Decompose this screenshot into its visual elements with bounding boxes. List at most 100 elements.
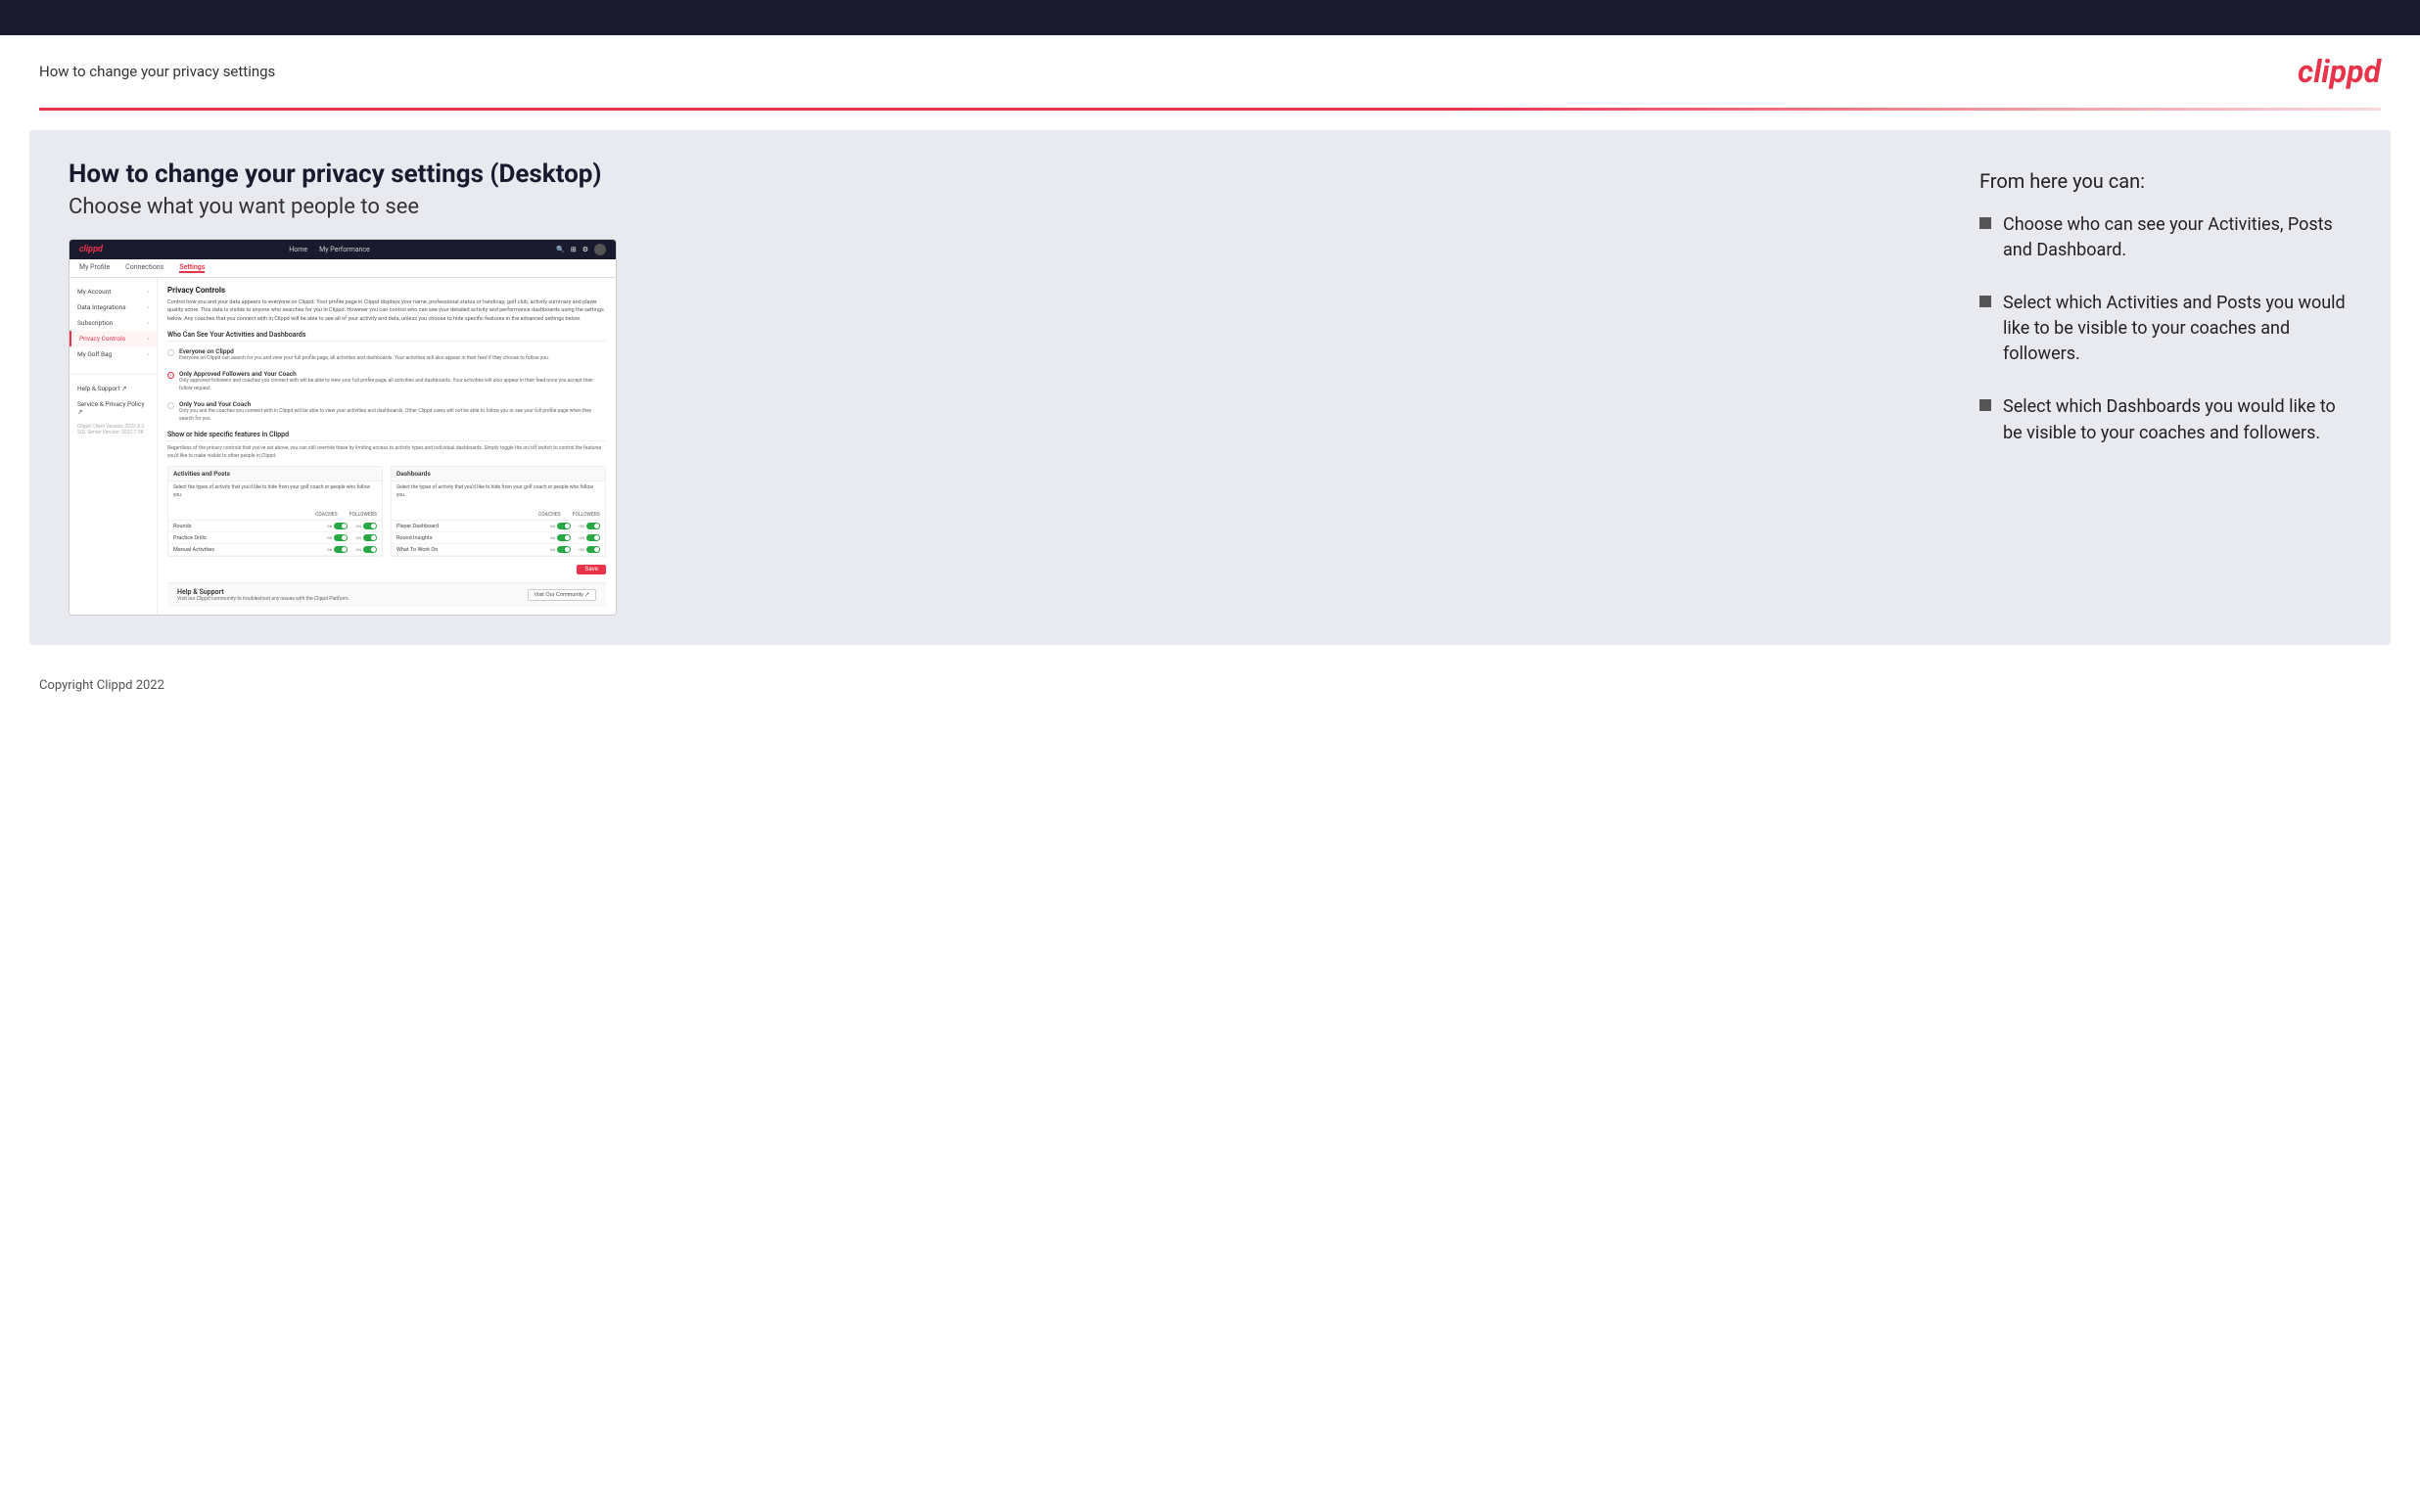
right-column: From here you can: Choose who can see yo… — [1979, 160, 2351, 616]
mock-wwo-coaches-on-label: ON — [550, 547, 556, 552]
mock-row-what-to-work-on: What To Work On ON ON — [392, 544, 605, 556]
mock-sidebar-account: My Account› — [70, 284, 157, 299]
mock-save-button[interactable]: Save — [577, 565, 606, 574]
mock-practice-followers-toggle[interactable] — [363, 534, 377, 541]
mock-nav-links: Home My Performance — [289, 246, 370, 253]
mock-radio-approved-content: Only Approved Followers and Your Coach O… — [179, 370, 606, 392]
mock-pd-followers-toggle[interactable] — [586, 523, 600, 529]
mock-rounds-followers-toggle-group: ON — [355, 523, 377, 529]
page-heading: How to change your privacy settings (Des… — [69, 160, 1940, 189]
mock-manual-coaches-toggle-group: ON — [327, 546, 349, 553]
mock-show-hide-desc: Regardless of the privacy controls that … — [167, 445, 606, 460]
mock-wwo-coaches-toggle-group: ON — [550, 546, 572, 553]
mock-rounds-coaches-toggle[interactable] — [334, 523, 348, 529]
mock-practice-followers-on-label: ON — [355, 535, 361, 540]
mock-settings-icon: ⚙ — [582, 246, 588, 253]
mock-main-panel: Privacy Controls Control how you and you… — [158, 278, 616, 615]
mock-subnav: My Profile Connections Settings — [70, 259, 616, 278]
mock-privacy-title: Privacy Controls — [167, 286, 606, 295]
mock-radio-approved-desc: Only approved followers and coaches you … — [179, 378, 606, 392]
mock-ri-coaches-toggle[interactable] — [557, 534, 571, 541]
mock-subnav-profile: My Profile — [79, 263, 110, 273]
mock-radio-only-you: Only You and Your Coach Only you and the… — [167, 400, 606, 423]
mock-ri-followers-toggle-group: ON — [579, 534, 600, 541]
mock-manual-followers-toggle[interactable] — [363, 546, 377, 553]
top-bar — [0, 0, 2420, 35]
mock-sidebar-data-integrations: Data Integrations› — [70, 299, 157, 315]
mock-manual-toggles: ON ON — [327, 546, 377, 553]
mock-ri-followers-toggle[interactable] — [586, 534, 600, 541]
mock-what-to-work-on-label: What To Work On — [396, 547, 438, 553]
mock-manual-coaches-on-label: ON — [327, 547, 333, 552]
mock-player-dashboard-label: Player Dashboard — [396, 524, 439, 529]
mock-activities-col-headers: COACHES FOLLOWERS — [168, 510, 382, 521]
mock-radio-everyone-input[interactable] — [167, 349, 174, 356]
mock-radio-everyone-label: Everyone on Clippd — [179, 347, 549, 355]
mock-dashboards-desc: Select the types of activity that you'd … — [392, 481, 605, 502]
mock-dash-col-followers: FOLLOWERS — [573, 512, 600, 518]
mock-wwo-coaches-toggle[interactable] — [557, 546, 571, 553]
mock-radio-approved-input[interactable] — [167, 372, 174, 379]
mock-privacy-desc: Control how you and your data appears to… — [167, 298, 606, 323]
mock-sidebar-privacy: Privacy Controls› — [70, 331, 157, 346]
mock-round-insights-toggles: ON ON — [550, 534, 600, 541]
header-title: How to change your privacy settings — [39, 63, 275, 80]
mock-dashboards-header: Dashboards — [392, 467, 605, 481]
mock-nav-icons: 🔍 ⊞ ⚙ — [556, 244, 606, 255]
mock-nav-performance: My Performance — [319, 246, 370, 253]
mock-ri-coaches-on-label: ON — [550, 535, 556, 540]
mock-activities-header: Activities and Posts — [168, 467, 382, 481]
mock-pd-followers-on-label: ON — [579, 524, 584, 528]
mock-ri-coaches-toggle-group: ON — [550, 534, 572, 541]
footer: Copyright Clippd 2022 — [0, 664, 2420, 707]
mock-avatar — [594, 244, 606, 255]
mock-radio-approved: Only Approved Followers and Your Coach O… — [167, 370, 606, 392]
mock-manual-followers-toggle-group: ON — [355, 546, 377, 553]
mock-row-round-insights: Round Insights ON ON — [392, 532, 605, 544]
mock-player-dashboard-toggles: ON ON — [550, 523, 600, 529]
mock-wwo-followers-toggle[interactable] — [586, 546, 600, 553]
logo: clippd — [2298, 53, 2381, 90]
bullet-list: Choose who can see your Activities, Post… — [1979, 212, 2351, 446]
mock-manual-coaches-toggle[interactable] — [334, 546, 348, 553]
header: How to change your privacy settings clip… — [0, 35, 2420, 108]
mock-pd-coaches-toggle[interactable] — [557, 523, 571, 529]
mock-row-manual: Manual Activities ON ON — [168, 544, 382, 556]
bullet-square-3 — [1979, 399, 1991, 411]
mock-pd-coaches-on-label: ON — [550, 524, 556, 528]
left-column: How to change your privacy settings (Des… — [69, 160, 1940, 616]
mock-practice-coaches-toggle[interactable] — [334, 534, 348, 541]
mock-rounds-label: Rounds — [173, 524, 192, 529]
bullet-text-2: Select which Activities and Posts you wo… — [2003, 291, 2351, 367]
mock-rounds-toggles: ON ON — [327, 523, 377, 529]
mock-version: Clippd Client Version: 2022.8.2SQL Serve… — [70, 420, 157, 439]
mock-round-insights-label: Round Insights — [396, 535, 433, 541]
bullet-square-2 — [1979, 296, 1991, 307]
mock-wwo-followers-on-label: ON — [579, 547, 584, 552]
mock-help-content: Help & Support Visit our Clippd communit… — [177, 588, 349, 602]
mock-rounds-followers-toggle[interactable] — [363, 523, 377, 529]
mock-sidebar-golf-bag: My Golf Bag› — [70, 346, 157, 362]
mock-visit-community-button[interactable]: Visit Our Community ↗ — [528, 589, 596, 601]
mock-sidebar-privacy-policy: Service & Privacy Policy ↗ — [70, 396, 157, 420]
mock-sidebar: My Account› Data Integrations› Subscript… — [70, 278, 158, 615]
mock-practice-toggles: ON ON — [327, 534, 377, 541]
mock-save-row: Save — [167, 565, 606, 574]
mock-rounds-coaches-on-label: ON — [327, 524, 333, 528]
mock-col-followers: FOLLOWERS — [349, 512, 377, 518]
mock-share-icon: ⊞ — [571, 246, 577, 253]
mock-body: My Account› Data Integrations› Subscript… — [70, 278, 616, 615]
mock-pd-followers-toggle-group: ON — [579, 523, 600, 529]
mock-radio-only-you-input[interactable] — [167, 402, 174, 409]
mock-practice-coaches-toggle-group: ON — [327, 534, 349, 541]
mock-what-to-work-on-toggles: ON ON — [550, 546, 600, 553]
mock-rounds-followers-on-label: ON — [355, 524, 361, 528]
mock-subnav-settings: Settings — [179, 263, 205, 273]
mock-sidebar-subscription: Subscription› — [70, 315, 157, 331]
mock-who-title: Who Can See Your Activities and Dashboar… — [167, 331, 606, 342]
mock-help-section: Help & Support Visit our Clippd communit… — [167, 582, 606, 607]
mock-help-desc: Visit our Clippd community to troublesho… — [177, 596, 349, 602]
copyright-text: Copyright Clippd 2022 — [39, 678, 164, 693]
mock-dashboards-table: Dashboards Select the types of activity … — [391, 466, 606, 557]
mock-wwo-followers-toggle-group: ON — [579, 546, 600, 553]
